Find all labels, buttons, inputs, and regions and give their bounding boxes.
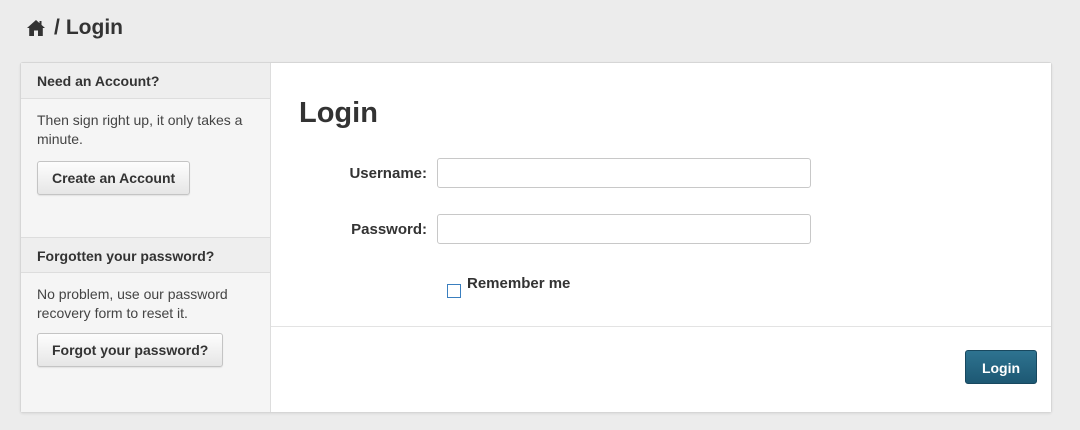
login-title: Login [299,97,378,129]
breadcrumb: / Login [26,16,123,40]
forgot-password-button[interactable]: Forgot your password? [37,333,224,367]
password-section: Forgotten your password? No problem, use… [21,237,270,367]
username-label: Username: [349,164,427,182]
account-section-header: Need an Account? [21,63,270,99]
sidebar: Need an Account? Then sign right up, it … [21,63,271,412]
remember-me[interactable]: Remember me [447,275,570,298]
login-form: Login Username: Password: Remember me Lo… [271,63,1051,412]
account-section-body: Then sign right up, it only takes a minu… [21,99,270,195]
home-icon[interactable] [26,18,46,38]
username-input[interactable] [437,158,811,188]
breadcrumb-current: Login [65,16,123,39]
password-section-body: No problem, use our password recovery fo… [21,273,270,367]
password-label: Password: [351,220,427,238]
account-section-text: Then sign right up, it only takes a minu… [37,112,243,147]
form-divider [271,326,1051,327]
breadcrumb-separator: / [54,16,60,39]
login-card: Need an Account? Then sign right up, it … [20,62,1052,413]
remember-me-label[interactable]: Remember me [467,275,570,292]
password-row: Password: [271,214,811,244]
create-account-button[interactable]: Create an Account [37,161,191,195]
password-section-text: No problem, use our password recovery fo… [37,286,228,321]
login-button[interactable]: Login [965,350,1037,384]
account-section: Need an Account? Then sign right up, it … [21,63,270,237]
password-input[interactable] [437,214,811,244]
page: / Login Need an Account? Then sign right… [0,0,1080,430]
username-row: Username: [271,158,811,188]
password-section-header: Forgotten your password? [21,237,270,273]
remember-me-checkbox[interactable] [447,284,461,298]
